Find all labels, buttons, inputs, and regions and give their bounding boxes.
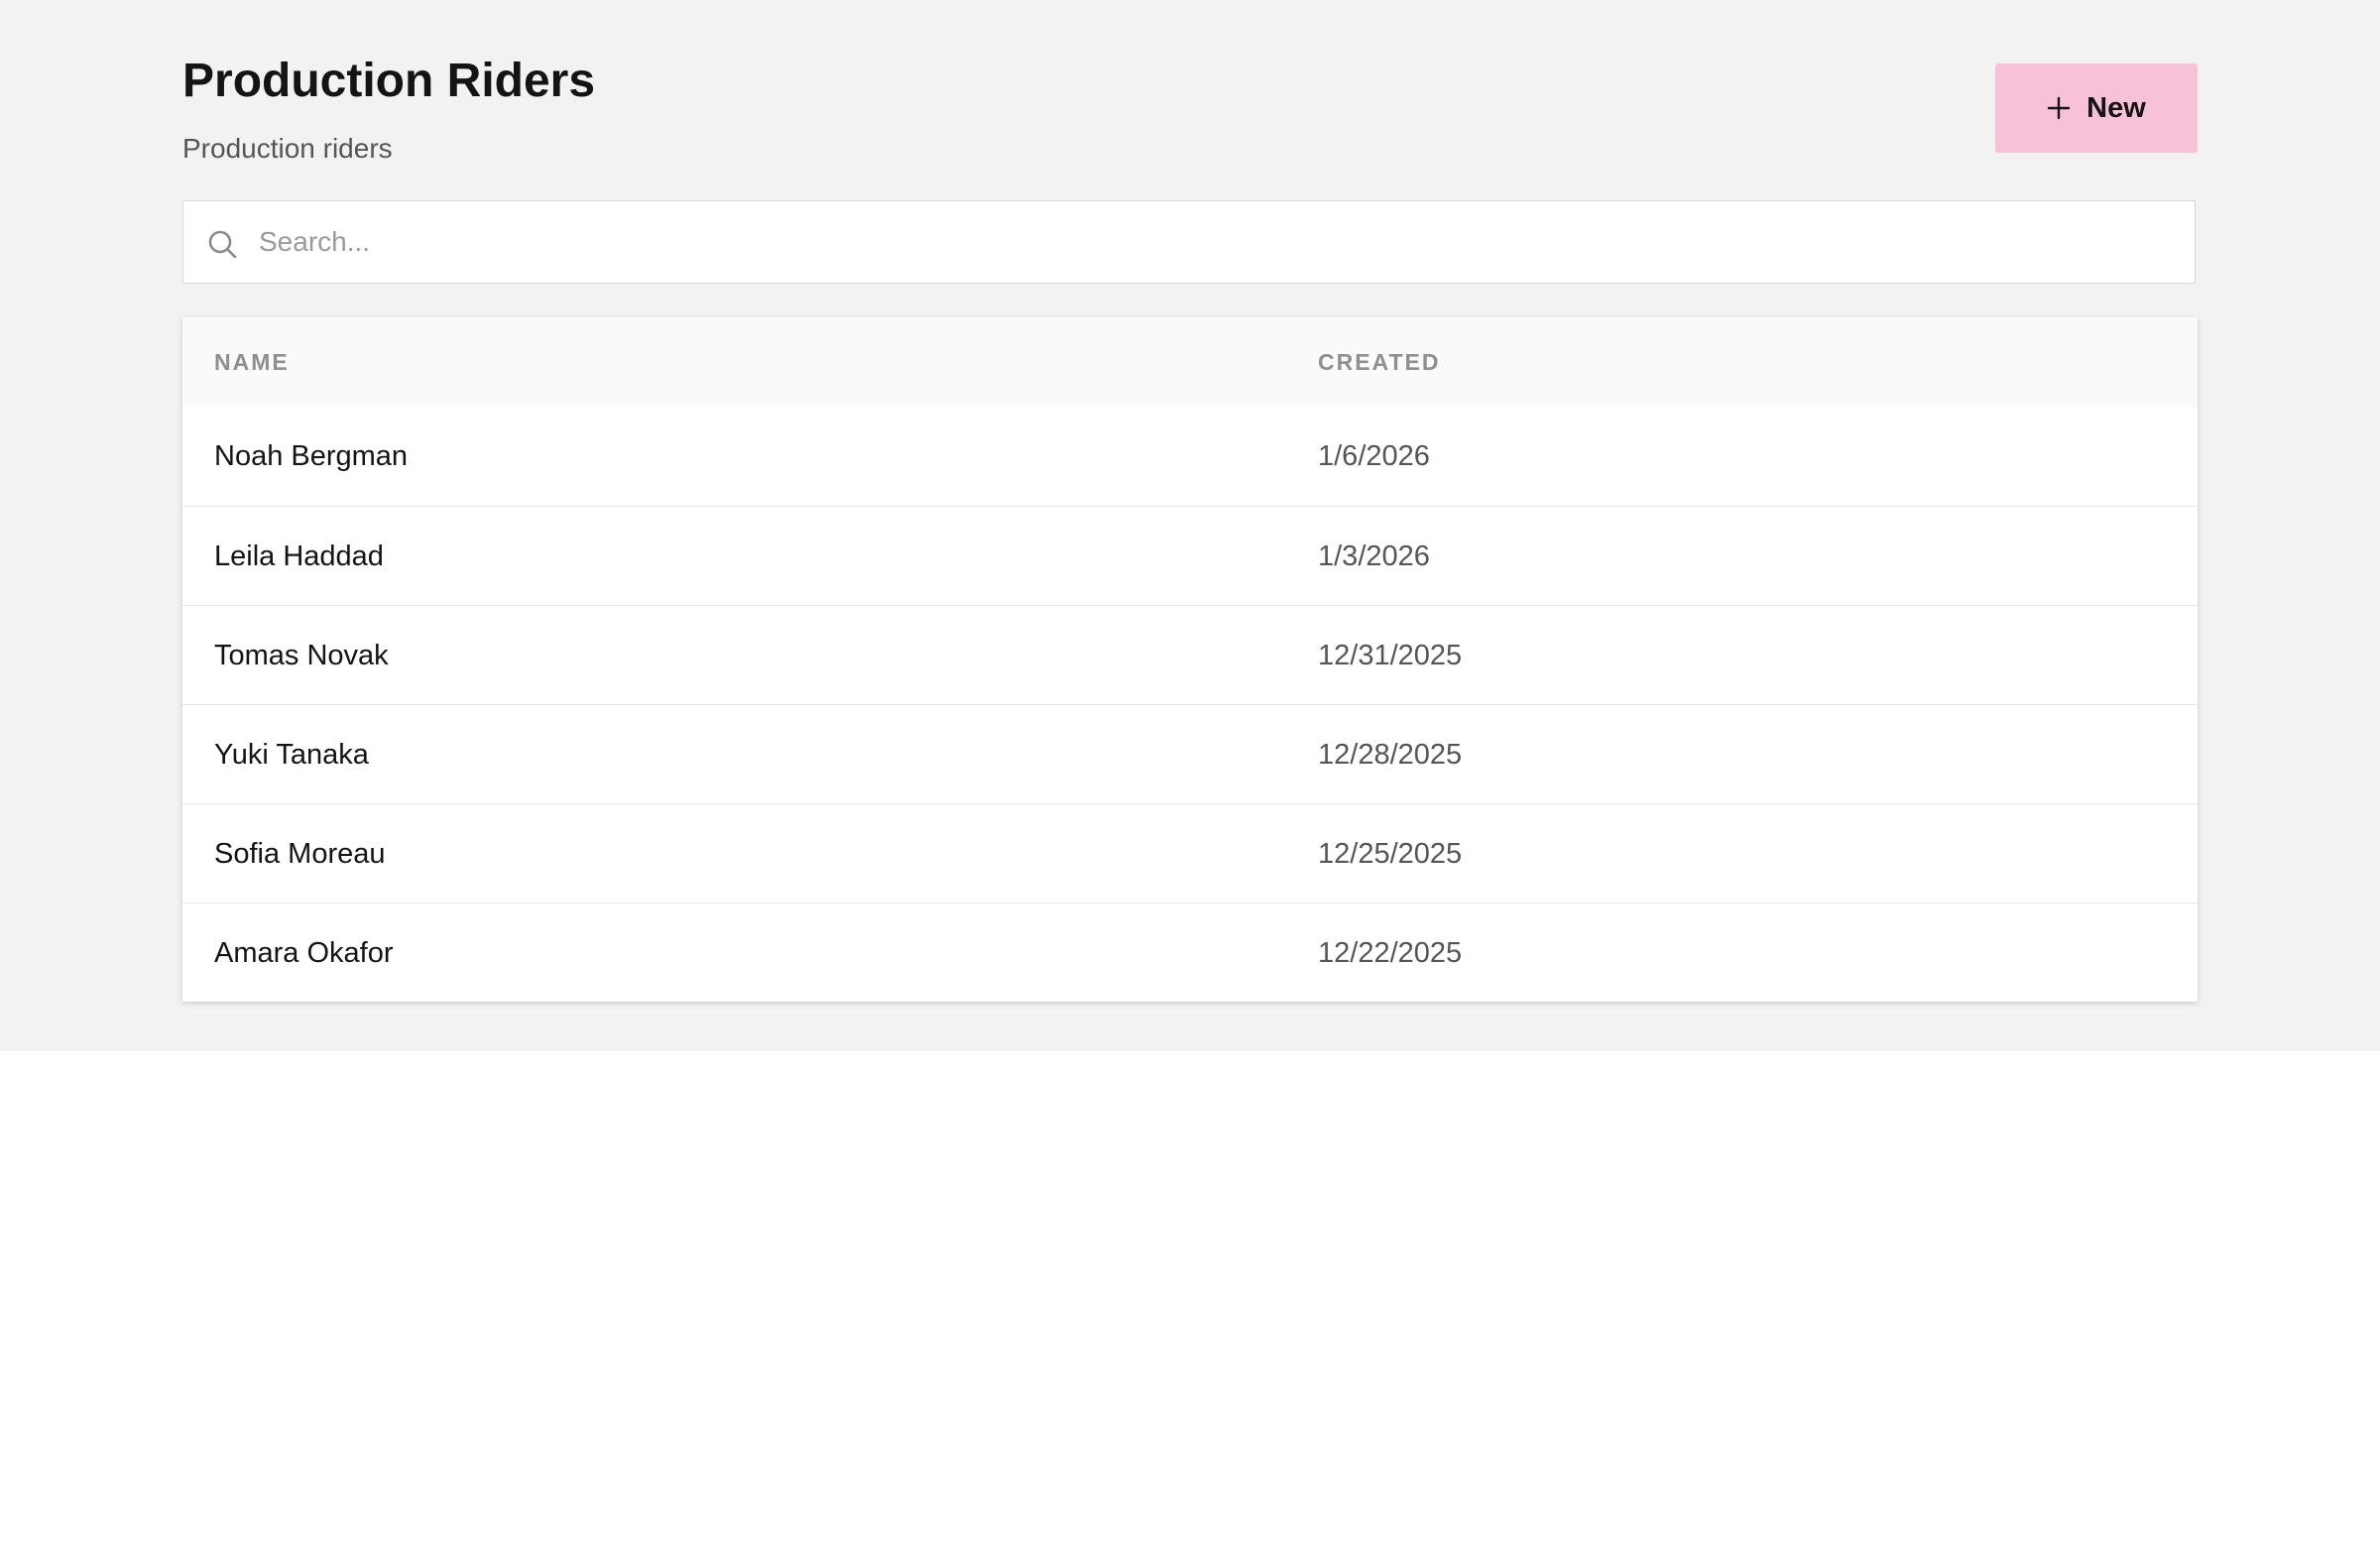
search-input[interactable] xyxy=(259,201,2163,283)
row-name: Leila Haddad xyxy=(214,541,384,572)
table-row[interactable]: Tomas Novak 12/31/2025 xyxy=(182,605,2198,704)
column-header-created[interactable]: CREATED xyxy=(1318,317,1440,407)
row-created: 12/25/2025 xyxy=(1318,838,1463,870)
row-name: Tomas Novak xyxy=(214,640,389,671)
table-body: Noah Bergman 1/6/2026 Leila Haddad 1/3/2… xyxy=(182,407,2198,1002)
column-header-name[interactable]: NAME xyxy=(214,317,290,407)
table-row[interactable]: Leila Haddad 1/3/2026 xyxy=(182,506,2198,605)
row-created: 12/28/2025 xyxy=(1318,739,1463,771)
row-name: Amara Okafor xyxy=(214,937,394,969)
new-button-label: New xyxy=(2086,91,2146,124)
riders-table: NAME CREATED Noah Bergman 1/6/2026 Leila… xyxy=(182,317,2198,1002)
search-icon xyxy=(207,229,237,259)
page-subtitle: Production riders xyxy=(182,133,393,164)
plus-icon xyxy=(2047,96,2071,120)
table-header: NAME CREATED xyxy=(182,317,2198,407)
page-title: Production Riders xyxy=(182,55,596,107)
table-row[interactable]: Yuki Tanaka 12/28/2025 xyxy=(182,704,2198,803)
table-row[interactable]: Sofia Moreau 12/25/2025 xyxy=(182,803,2198,902)
table-row[interactable]: Amara Okafor 12/22/2025 xyxy=(182,902,2198,1002)
row-created: 12/31/2025 xyxy=(1318,640,1463,671)
row-created: 1/3/2026 xyxy=(1318,541,1430,572)
row-name: Sofia Moreau xyxy=(214,838,386,870)
table-row[interactable]: Noah Bergman 1/6/2026 xyxy=(182,407,2198,506)
row-created: 12/22/2025 xyxy=(1318,937,1463,969)
search-box[interactable] xyxy=(182,200,2196,284)
row-created: 1/6/2026 xyxy=(1318,440,1430,472)
row-name: Yuki Tanaka xyxy=(214,739,369,771)
new-button[interactable]: New xyxy=(1995,63,2198,153)
row-name: Noah Bergman xyxy=(214,440,409,472)
